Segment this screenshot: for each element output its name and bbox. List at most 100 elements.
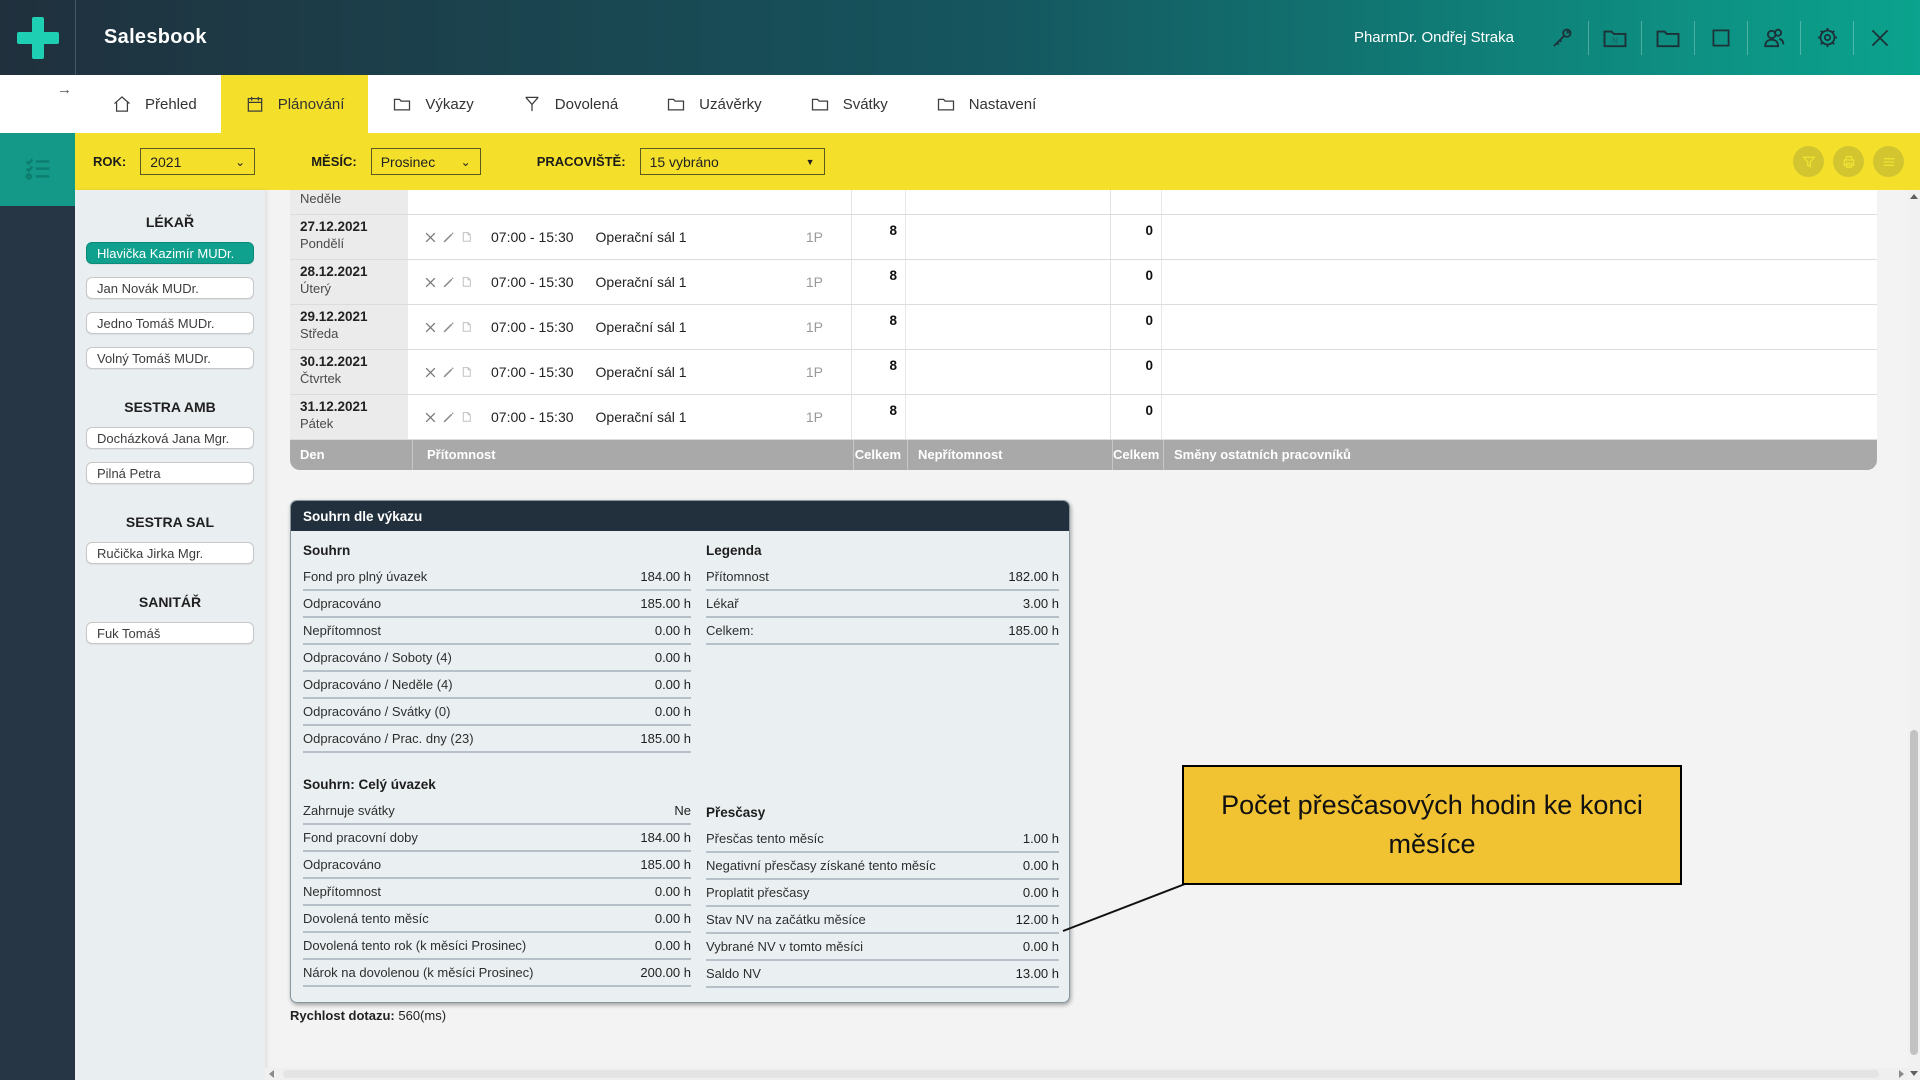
shift-tag: 1P xyxy=(806,274,823,290)
shift-time: 07:00 - 15:30 xyxy=(491,364,574,380)
delete-shift-icon[interactable] xyxy=(424,366,437,379)
section-cely-uvazek: Souhrn: Celý úvazek xyxy=(303,767,691,798)
shift-time: 07:00 - 15:30 xyxy=(491,274,574,290)
row-day: Neděle xyxy=(300,191,408,206)
scroll-up-arrow-icon[interactable] xyxy=(1910,194,1918,199)
staff-item[interactable]: Jan Novák MUDr. xyxy=(86,277,254,299)
menu-button[interactable] xyxy=(1873,146,1904,177)
edit-shift-icon[interactable] xyxy=(442,411,455,424)
absence-cell xyxy=(905,190,1110,214)
users-icon[interactable] xyxy=(1748,18,1800,58)
other-shifts-cell xyxy=(1161,395,1877,439)
edit-shift-icon[interactable] xyxy=(442,231,455,244)
table-row: 27.12.2021 Pondělí 07:00 - 15:30 Operačn… xyxy=(290,215,1877,260)
window-icon[interactable] xyxy=(1695,18,1747,58)
folder-icon xyxy=(936,94,956,114)
copy-shift-icon[interactable] xyxy=(460,411,473,424)
mesic-select[interactable]: Prosinec ⌄ xyxy=(371,148,481,175)
scroll-right-arrow-icon[interactable] xyxy=(1899,1070,1904,1078)
staff-item[interactable]: Hlavička Kazimír MUDr. xyxy=(86,242,254,264)
row-label: Nepřítomnost xyxy=(303,623,381,638)
tab-uzaverky[interactable]: Uzávěrky xyxy=(642,75,786,133)
folder-icon[interactable] xyxy=(1642,18,1694,58)
row-label: Saldo NV xyxy=(706,966,761,981)
pracoviste-select[interactable]: 15 vybráno ▼ xyxy=(640,148,825,175)
table-row: 28.12.2021 Úterý 07:00 - 15:30 Operační … xyxy=(290,260,1877,305)
copy-shift-icon[interactable] xyxy=(460,366,473,379)
checklist-icon xyxy=(21,153,55,187)
row-date: 27.12.2021 xyxy=(300,219,408,234)
copy-shift-icon[interactable] xyxy=(460,231,473,244)
row-day: Pondělí xyxy=(300,236,408,251)
total-cell: 8 xyxy=(851,305,905,349)
row-date: 31.12.2021 xyxy=(300,399,408,414)
row-label: Odpracováno xyxy=(303,596,381,611)
rok-select[interactable]: 2021 ⌄ xyxy=(140,148,255,175)
summary-row: Odpracováno / Prac. dny (23)185.00 h xyxy=(303,726,691,753)
tab-nastaveni[interactable]: Nastavení xyxy=(912,75,1061,133)
edit-shift-icon[interactable] xyxy=(442,366,455,379)
edit-shift-icon[interactable] xyxy=(442,276,455,289)
other-shifts-cell xyxy=(1161,260,1877,304)
staff-item[interactable]: Volný Tomáš MUDr. xyxy=(86,347,254,369)
folder-new-icon[interactable]: N xyxy=(1589,18,1641,58)
summary-row: Zahrnuje svátkyNe xyxy=(303,798,691,825)
row-value: 0.00 h xyxy=(655,623,691,638)
copy-shift-icon[interactable] xyxy=(460,276,473,289)
scroll-down-arrow-icon[interactable] xyxy=(1910,1071,1918,1076)
staff-item[interactable]: Pilná Petra xyxy=(86,462,254,484)
staff-item[interactable]: Ručička Jirka Mgr. xyxy=(86,542,254,564)
other-shifts-cell xyxy=(1161,350,1877,394)
vertical-scroll-thumb[interactable] xyxy=(1910,730,1918,1055)
tab-planovani[interactable]: Plánování xyxy=(221,75,369,133)
absence-cell xyxy=(905,215,1110,259)
staff-item[interactable]: Fuk Tomáš xyxy=(86,622,254,644)
delete-shift-icon[interactable] xyxy=(424,321,437,334)
delete-shift-icon[interactable] xyxy=(424,276,437,289)
summary-row-saldo: Saldo NV13.00 h xyxy=(706,961,1059,988)
tab-vykazy[interactable]: Výkazy xyxy=(368,75,497,133)
print-button[interactable] xyxy=(1833,146,1864,177)
app-logo xyxy=(0,0,76,75)
group-title-lekar: LÉKAŘ xyxy=(75,214,265,230)
shift-time: 07:00 - 15:30 xyxy=(491,319,574,335)
folder-icon xyxy=(666,94,686,114)
copy-shift-icon[interactable] xyxy=(460,321,473,334)
absence-cell xyxy=(905,395,1110,439)
svg-text:N: N xyxy=(1612,36,1618,45)
row-value: 200.00 h xyxy=(640,965,691,980)
staff-item[interactable]: Jedno Tomáš MUDr. xyxy=(86,312,254,334)
edit-shift-icon[interactable] xyxy=(442,321,455,334)
forward-arrow-icon[interactable]: → xyxy=(57,81,72,98)
chevron-down-icon: ⌄ xyxy=(461,155,471,169)
row-value: 184.00 h xyxy=(640,830,691,845)
staff-item[interactable]: Docházková Jana Mgr. xyxy=(86,427,254,449)
total-cell: 0 xyxy=(851,190,905,214)
tab-prehled[interactable]: Přehled xyxy=(88,75,221,133)
row-label: Nárok na dovolenou (k měsíci Prosinec) xyxy=(303,965,534,980)
filter-funnel-button[interactable] xyxy=(1793,146,1824,177)
other-shifts-cell xyxy=(1161,215,1877,259)
mesic-value: Prosinec xyxy=(381,154,435,170)
row-value: 3.00 h xyxy=(1023,596,1059,611)
section-legenda: Legenda xyxy=(706,533,1059,564)
scroll-left-arrow-icon[interactable] xyxy=(269,1070,274,1078)
other-shifts-cell xyxy=(1161,190,1877,214)
vertical-scrollbar[interactable] xyxy=(1908,190,1920,1080)
gear-icon[interactable] xyxy=(1801,18,1853,58)
col-celkem: Celkem xyxy=(853,440,907,470)
tab-dovolena[interactable]: Dovolená xyxy=(498,75,642,133)
close-icon[interactable] xyxy=(1854,18,1906,58)
presence-cell: 07:00 - 15:30 Operační sál 1 1P xyxy=(410,260,851,304)
total2-cell: 0 xyxy=(1110,305,1161,349)
horizontal-scrollbar[interactable] xyxy=(265,1068,1908,1080)
key-icon[interactable] xyxy=(1536,18,1588,58)
delete-shift-icon[interactable] xyxy=(424,411,437,424)
row-label: Dovolená tento měsíc xyxy=(303,911,429,926)
query-speed-value: 560(ms) xyxy=(398,1008,446,1023)
tab-svatky[interactable]: Svátky xyxy=(786,75,912,133)
home-icon xyxy=(112,94,132,114)
horizontal-scroll-thumb[interactable] xyxy=(283,1070,1879,1078)
delete-shift-icon[interactable] xyxy=(424,231,437,244)
worker-list-toggle[interactable] xyxy=(0,133,75,206)
